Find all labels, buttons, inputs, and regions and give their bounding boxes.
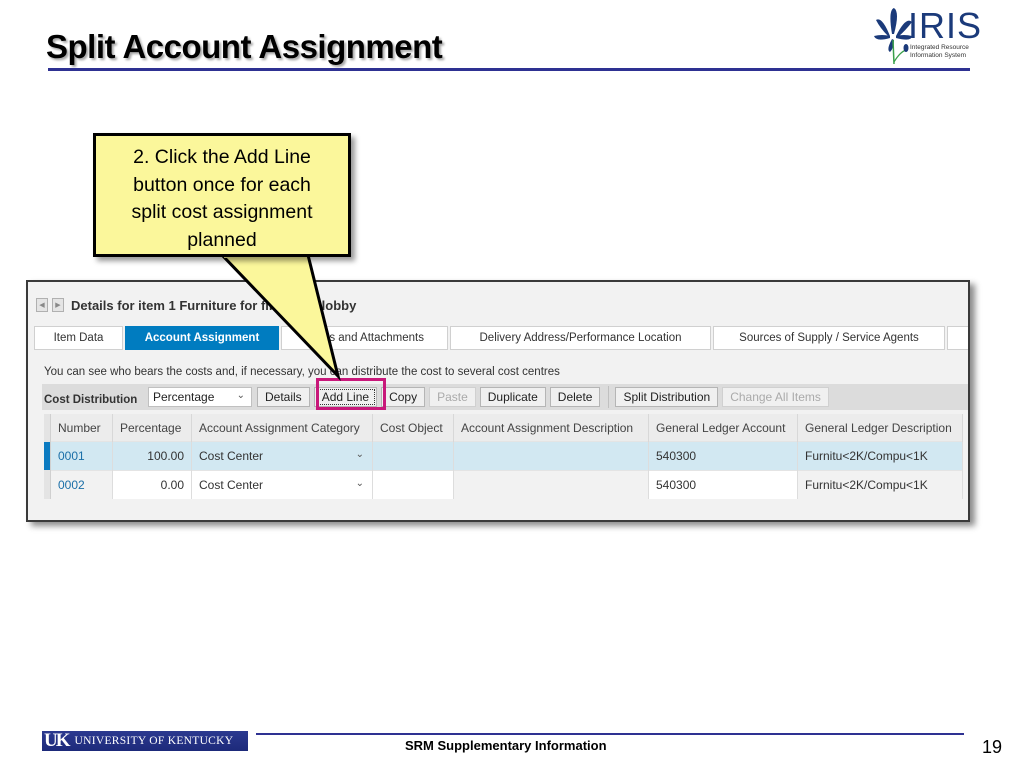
gl-description-cell: Furnitu<2K/Compu<1K	[797, 441, 963, 471]
iris-subtitle: Integrated Resource Information System	[910, 44, 969, 60]
change-all-items-button[interactable]: Change All Items	[722, 387, 829, 407]
cost-distribution-select[interactable]: Percentage ⌄	[148, 387, 252, 407]
tab-delivery-address[interactable]: Delivery Address/Performance Location	[450, 326, 711, 350]
cost-distribution-value: Percentage	[153, 390, 215, 404]
column-header-gl-account[interactable]: General Ledger Account	[648, 414, 798, 442]
callout-line: split cost assignment	[131, 201, 313, 223]
category-select[interactable]: Cost Center ⌄	[191, 470, 373, 499]
slide-title: Split Account Assignment	[46, 28, 443, 65]
details-header: ◀ ▶ Details for item 1 Furniture for fir…	[36, 296, 356, 314]
column-header-percentage[interactable]: Percentage	[112, 414, 192, 442]
page-number: 19	[982, 737, 1003, 757]
callout-line: planned	[187, 228, 257, 251]
chevron-down-icon: ⌄	[355, 449, 364, 460]
iris-logo: IRIS Integrated Resource Information Sys…	[872, 6, 982, 68]
uk-mark: UK	[44, 730, 70, 751]
row-number[interactable]: 0001	[50, 441, 113, 471]
add-line-highlight	[316, 378, 386, 410]
iris-subtitle-line1: Integrated Resource	[910, 44, 969, 51]
gl-description-cell: Furnitu<2K/Compu<1K	[797, 470, 963, 499]
percentage-cell[interactable]: 0.00	[112, 470, 192, 499]
info-text: You can see who bears the costs and, if …	[44, 366, 560, 378]
table-row[interactable]: 0001 100.00 Cost Center ⌄ 540300 Furnitu<…	[44, 441, 963, 471]
toolbar-separator	[608, 386, 610, 408]
description-cell	[453, 441, 649, 471]
row-number[interactable]: 0002	[50, 470, 113, 499]
gl-account-cell[interactable]: 540300	[648, 470, 798, 499]
category-select[interactable]: Cost Center ⌄	[191, 441, 373, 471]
tab-sources-of-supply[interactable]: Sources of Supply / Service Agents	[713, 326, 945, 350]
tab-item-data[interactable]: Item Data	[34, 326, 123, 350]
footer-divider	[256, 733, 964, 735]
cost-object-cell[interactable]	[372, 470, 454, 499]
next-item-button[interactable]: ▶	[52, 298, 64, 312]
iris-wordmark: IRIS	[908, 5, 983, 46]
iris-subtitle-line2: Information System	[910, 52, 966, 59]
chevron-down-icon: ⌄	[236, 390, 245, 401]
paste-button[interactable]: Paste	[429, 387, 476, 407]
university-name: UNIVERSITY OF KENTUCKY	[74, 735, 234, 747]
gl-account-cell[interactable]: 540300	[648, 441, 798, 471]
column-header-description[interactable]: Account Assignment Description	[453, 414, 649, 442]
tab-account-assignment[interactable]: Account Assignment	[125, 326, 279, 350]
category-value: Cost Center	[199, 449, 264, 463]
title-divider	[48, 68, 970, 71]
duplicate-button[interactable]: Duplicate	[479, 387, 546, 407]
split-distribution-button[interactable]: Split Distribution	[615, 387, 719, 407]
triangle-left-icon: ◀	[39, 302, 45, 309]
column-header-gl-description[interactable]: General Ledger Description	[797, 414, 963, 442]
instruction-callout: 2. Click the Add Line button once for ea…	[93, 133, 351, 257]
previous-item-button[interactable]: ◀	[36, 298, 48, 312]
description-cell	[453, 470, 649, 499]
university-of-kentucky-logo: UK UNIVERSITY OF KENTUCKY	[42, 730, 248, 751]
footer-text: SRM Supplementary Information	[405, 738, 607, 753]
tab-strip: Item Data Account Assignment Notes and A…	[34, 326, 968, 350]
sap-item-details-window: ◀ ▶ Details for item 1 Furniture for fir…	[26, 280, 970, 522]
tab-overflow[interactable]	[947, 326, 968, 350]
category-value: Cost Center	[199, 478, 264, 492]
column-header-cost-object[interactable]: Cost Object	[372, 414, 454, 442]
callout-line: 2. Click the Add Line	[133, 146, 311, 168]
table-row[interactable]: 0002 0.00 Cost Center ⌄ 540300 Furnitu<2K…	[44, 470, 963, 499]
details-title: Details for item 1 Furniture for first f…	[71, 297, 357, 313]
cost-distribution-label: Cost Distribution	[44, 394, 138, 406]
chevron-down-icon: ⌄	[355, 478, 364, 489]
triangle-right-icon: ▶	[55, 302, 61, 309]
column-header-number[interactable]: Number	[50, 414, 113, 442]
cost-object-cell[interactable]	[372, 441, 454, 471]
percentage-cell[interactable]: 100.00	[112, 441, 192, 471]
cost-distribution-toolbar: Cost Distribution Percentage ⌄ Details A…	[42, 384, 968, 410]
account-assignment-table: Number Percentage Account Assignment Cat…	[44, 414, 963, 499]
copy-button[interactable]: Copy	[381, 387, 426, 407]
callout-line: button once for each	[133, 173, 311, 196]
tab-notes-and-attachments[interactable]: Notes and Attachments	[281, 326, 448, 350]
table-header-row: Number Percentage Account Assignment Cat…	[44, 414, 963, 442]
delete-button[interactable]: Delete	[549, 387, 601, 407]
details-button[interactable]: Details	[257, 387, 310, 407]
column-header-category[interactable]: Account Assignment Category	[191, 414, 373, 442]
